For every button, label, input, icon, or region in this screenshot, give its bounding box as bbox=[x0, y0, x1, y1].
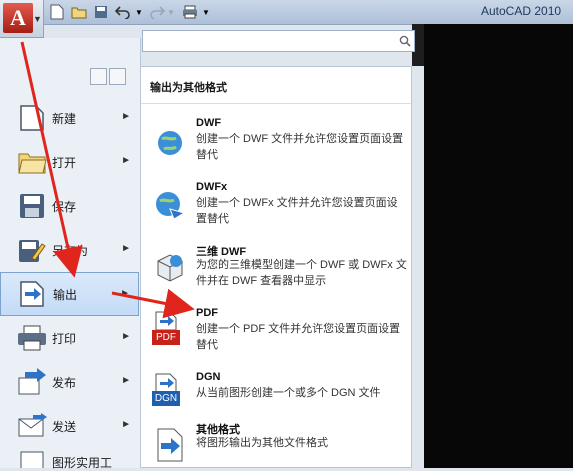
chevron-down-icon: ▼ bbox=[167, 7, 175, 17]
publish-icon bbox=[14, 366, 50, 398]
chevron-down-icon: ▼ bbox=[135, 7, 143, 17]
chevron-down-icon: ▼ bbox=[33, 14, 42, 24]
menu-item-drawing-utilities[interactable]: 图形实用工 bbox=[0, 448, 139, 470]
item-description: 从当前图形创建一个或多个 DGN 文件 bbox=[196, 387, 381, 399]
menu-item-label: 发布 bbox=[52, 375, 77, 390]
chevron-right-icon: ► bbox=[121, 243, 131, 254]
drawing-workspace[interactable] bbox=[424, 24, 573, 468]
export-3d-dwf-item[interactable]: 三维 DWF 为您的三维模型创建一个 DWF 或 DWFx 文件并在 DWF 查… bbox=[150, 243, 408, 303]
other-formats-export-icon bbox=[157, 428, 183, 462]
menu-item-label: 输出 bbox=[53, 287, 78, 302]
item-title: DGN bbox=[196, 371, 221, 383]
menu-item-save-as[interactable]: 另存为 ► bbox=[0, 228, 139, 272]
qsave-button[interactable] bbox=[92, 3, 110, 21]
chevron-right-icon: ► bbox=[121, 111, 131, 122]
export-dwfx-item[interactable]: DWFx 创建一个 DWFx 文件并允许您设置页面设置替代 bbox=[150, 181, 408, 241]
recent-documents-button[interactable] bbox=[90, 68, 107, 85]
item-description: 创建一个 DWF 文件并允许您设置页面设置替代 bbox=[196, 133, 404, 161]
export-icon bbox=[15, 278, 51, 310]
undo-icon bbox=[115, 6, 130, 19]
item-description: 为您的三维模型创建一个 DWF 或 DWFx 文件并在 DWF 查看器中显示 bbox=[196, 259, 407, 287]
submenu-title: 输出为其他格式 bbox=[150, 82, 227, 94]
qopen-button[interactable] bbox=[70, 3, 88, 21]
menu-item-label: 发送 bbox=[52, 419, 77, 434]
qprint-button[interactable] bbox=[181, 3, 199, 21]
redo-dropdown[interactable]: ▼ bbox=[166, 3, 176, 21]
open-documents-button[interactable] bbox=[109, 68, 126, 85]
open-folder-icon bbox=[71, 7, 87, 19]
pdf-file-icon: PDF bbox=[152, 311, 182, 347]
save-as-icon bbox=[14, 234, 50, 266]
menu-item-label: 另存为 bbox=[52, 243, 89, 258]
app-title: AutoCAD 2010 bbox=[481, 4, 562, 18]
recent-docs-buttons bbox=[90, 68, 128, 88]
redo-icon bbox=[150, 6, 165, 19]
printer-icon bbox=[14, 322, 50, 354]
item-title: DWFx bbox=[196, 181, 228, 193]
save-disk-icon bbox=[14, 190, 50, 222]
application-menu-button[interactable]: A ▼ bbox=[0, 0, 44, 38]
3d-dwf-cube-icon bbox=[157, 254, 183, 282]
chevron-right-icon: ► bbox=[121, 331, 131, 342]
search-input[interactable] bbox=[142, 30, 415, 52]
search-icon[interactable] bbox=[399, 35, 411, 47]
pdf-badge: PDF bbox=[152, 330, 180, 345]
item-title: PDF bbox=[196, 307, 218, 319]
export-pdf-item[interactable]: PDF PDF 创建一个 PDF 文件并允许您设置页面设置替代 bbox=[150, 307, 408, 367]
send-icon bbox=[14, 410, 50, 442]
menu-item-label: 新建 bbox=[52, 111, 77, 126]
new-document-icon bbox=[14, 102, 50, 134]
chevron-right-icon: ► bbox=[121, 155, 131, 166]
open-folder-icon bbox=[14, 146, 50, 178]
menu-item-send[interactable]: 发送 ► bbox=[0, 404, 139, 448]
save-disk-icon bbox=[95, 6, 107, 18]
menu-item-label: 打开 bbox=[52, 155, 77, 170]
item-title: DWF bbox=[196, 117, 222, 129]
item-description: 创建一个 PDF 文件并允许您设置页面设置替代 bbox=[196, 323, 401, 351]
menu-item-export[interactable]: 输出 ► bbox=[0, 272, 139, 316]
qat-dropdown[interactable]: ▼ bbox=[201, 3, 211, 21]
export-dwf-item[interactable]: DWF 创建一个 DWF 文件并允许您设置页面设置替代 bbox=[150, 117, 408, 177]
item-description: 创建一个 DWFx 文件并允许您设置页面设置替代 bbox=[196, 197, 398, 225]
dgn-badge: DGN bbox=[152, 391, 180, 406]
menu-item-new[interactable]: 新建 ► bbox=[0, 96, 139, 140]
menu-item-open[interactable]: 打开 ► bbox=[0, 140, 139, 184]
undo-button[interactable] bbox=[114, 3, 132, 21]
redo-button[interactable] bbox=[148, 3, 166, 21]
chevron-right-icon: ► bbox=[121, 375, 131, 386]
menu-item-publish[interactable]: 发布 ► bbox=[0, 360, 139, 404]
dwf-globe-icon bbox=[158, 131, 182, 155]
chevron-right-icon: ► bbox=[120, 288, 130, 299]
chevron-right-icon: ► bbox=[121, 419, 131, 430]
new-file-icon bbox=[50, 4, 64, 20]
dwfx-globe-icon bbox=[156, 192, 186, 220]
menu-item-save[interactable]: 保存 bbox=[0, 184, 139, 228]
drawing-utilities-icon bbox=[14, 448, 50, 468]
menu-item-label: 保存 bbox=[52, 199, 77, 214]
app-logo-icon: A bbox=[3, 3, 33, 33]
item-description: 将图形输出为其他文件格式 bbox=[196, 437, 328, 449]
chevron-down-icon: ▼ bbox=[202, 7, 210, 17]
export-other-formats-item[interactable]: 其他格式 将图形输出为其他文件格式 bbox=[150, 421, 408, 465]
printer-icon bbox=[183, 5, 197, 19]
qnew-button[interactable] bbox=[48, 3, 66, 21]
undo-dropdown[interactable]: ▼ bbox=[134, 3, 144, 21]
menu-item-label: 打印 bbox=[52, 331, 77, 346]
dgn-file-icon: DGN bbox=[152, 373, 182, 407]
menu-item-print[interactable]: 打印 ► bbox=[0, 316, 139, 360]
menu-item-label: 图形实用工 bbox=[52, 456, 113, 470]
